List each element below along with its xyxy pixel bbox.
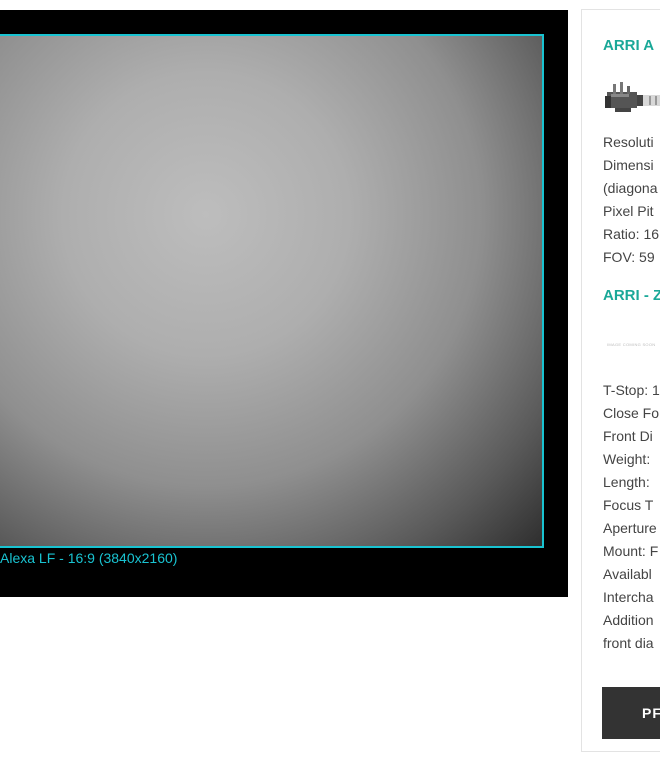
spec-dimensions: Dimensi (603, 157, 654, 173)
spec-front-diameter-note: front dia (603, 635, 654, 651)
spec-focus-throw: Focus T (603, 497, 654, 513)
spec-additional: Addition (603, 612, 654, 628)
spec-diagonal: (diagona (603, 180, 658, 196)
lens-spec-list: T-Stop: 1 Close Fo Front Di Weight: Leng… (603, 379, 660, 655)
info-panel: ARRI A Resoluti Dimensi (diagona Pixel P… (581, 9, 660, 752)
panel-action-button[interactable]: PF (602, 687, 660, 739)
spec-front-diameter: Front Di (603, 428, 653, 444)
camera-title[interactable]: ARRI A (603, 37, 654, 54)
spec-interchangeable: Intercha (603, 589, 654, 605)
spec-t-stop: T-Stop: 1 (603, 382, 660, 398)
spec-weight: Weight: (603, 451, 651, 467)
camera-image (605, 82, 660, 112)
lens-image-placeholder: IMAGE COMING SOON (607, 342, 656, 347)
spec-length: Length: (603, 474, 650, 490)
frame-label: Alexa LF - 16:9 (3840x2160) (0, 550, 178, 566)
spec-close-focus: Close Fo (603, 405, 660, 421)
spec-ratio: Ratio: 16 (603, 226, 660, 242)
spec-fov: FOV: 59 (603, 249, 655, 265)
lens-title[interactable]: ARRI - Z (603, 287, 660, 304)
spec-available: Availabl (603, 566, 652, 582)
spec-pixel-pitch: Pixel Pit (603, 203, 654, 219)
camera-spec-list: Resoluti Dimensi (diagona Pixel Pit Rati… (603, 131, 659, 269)
viewfinder-preview: Alexa LF - 16:9 (3840x2160) (0, 10, 568, 597)
spec-mount: Mount: F (603, 543, 659, 559)
spec-resolution: Resoluti (603, 134, 654, 150)
sensor-frame-overlay (0, 34, 544, 548)
spec-aperture: Aperture (603, 520, 657, 536)
